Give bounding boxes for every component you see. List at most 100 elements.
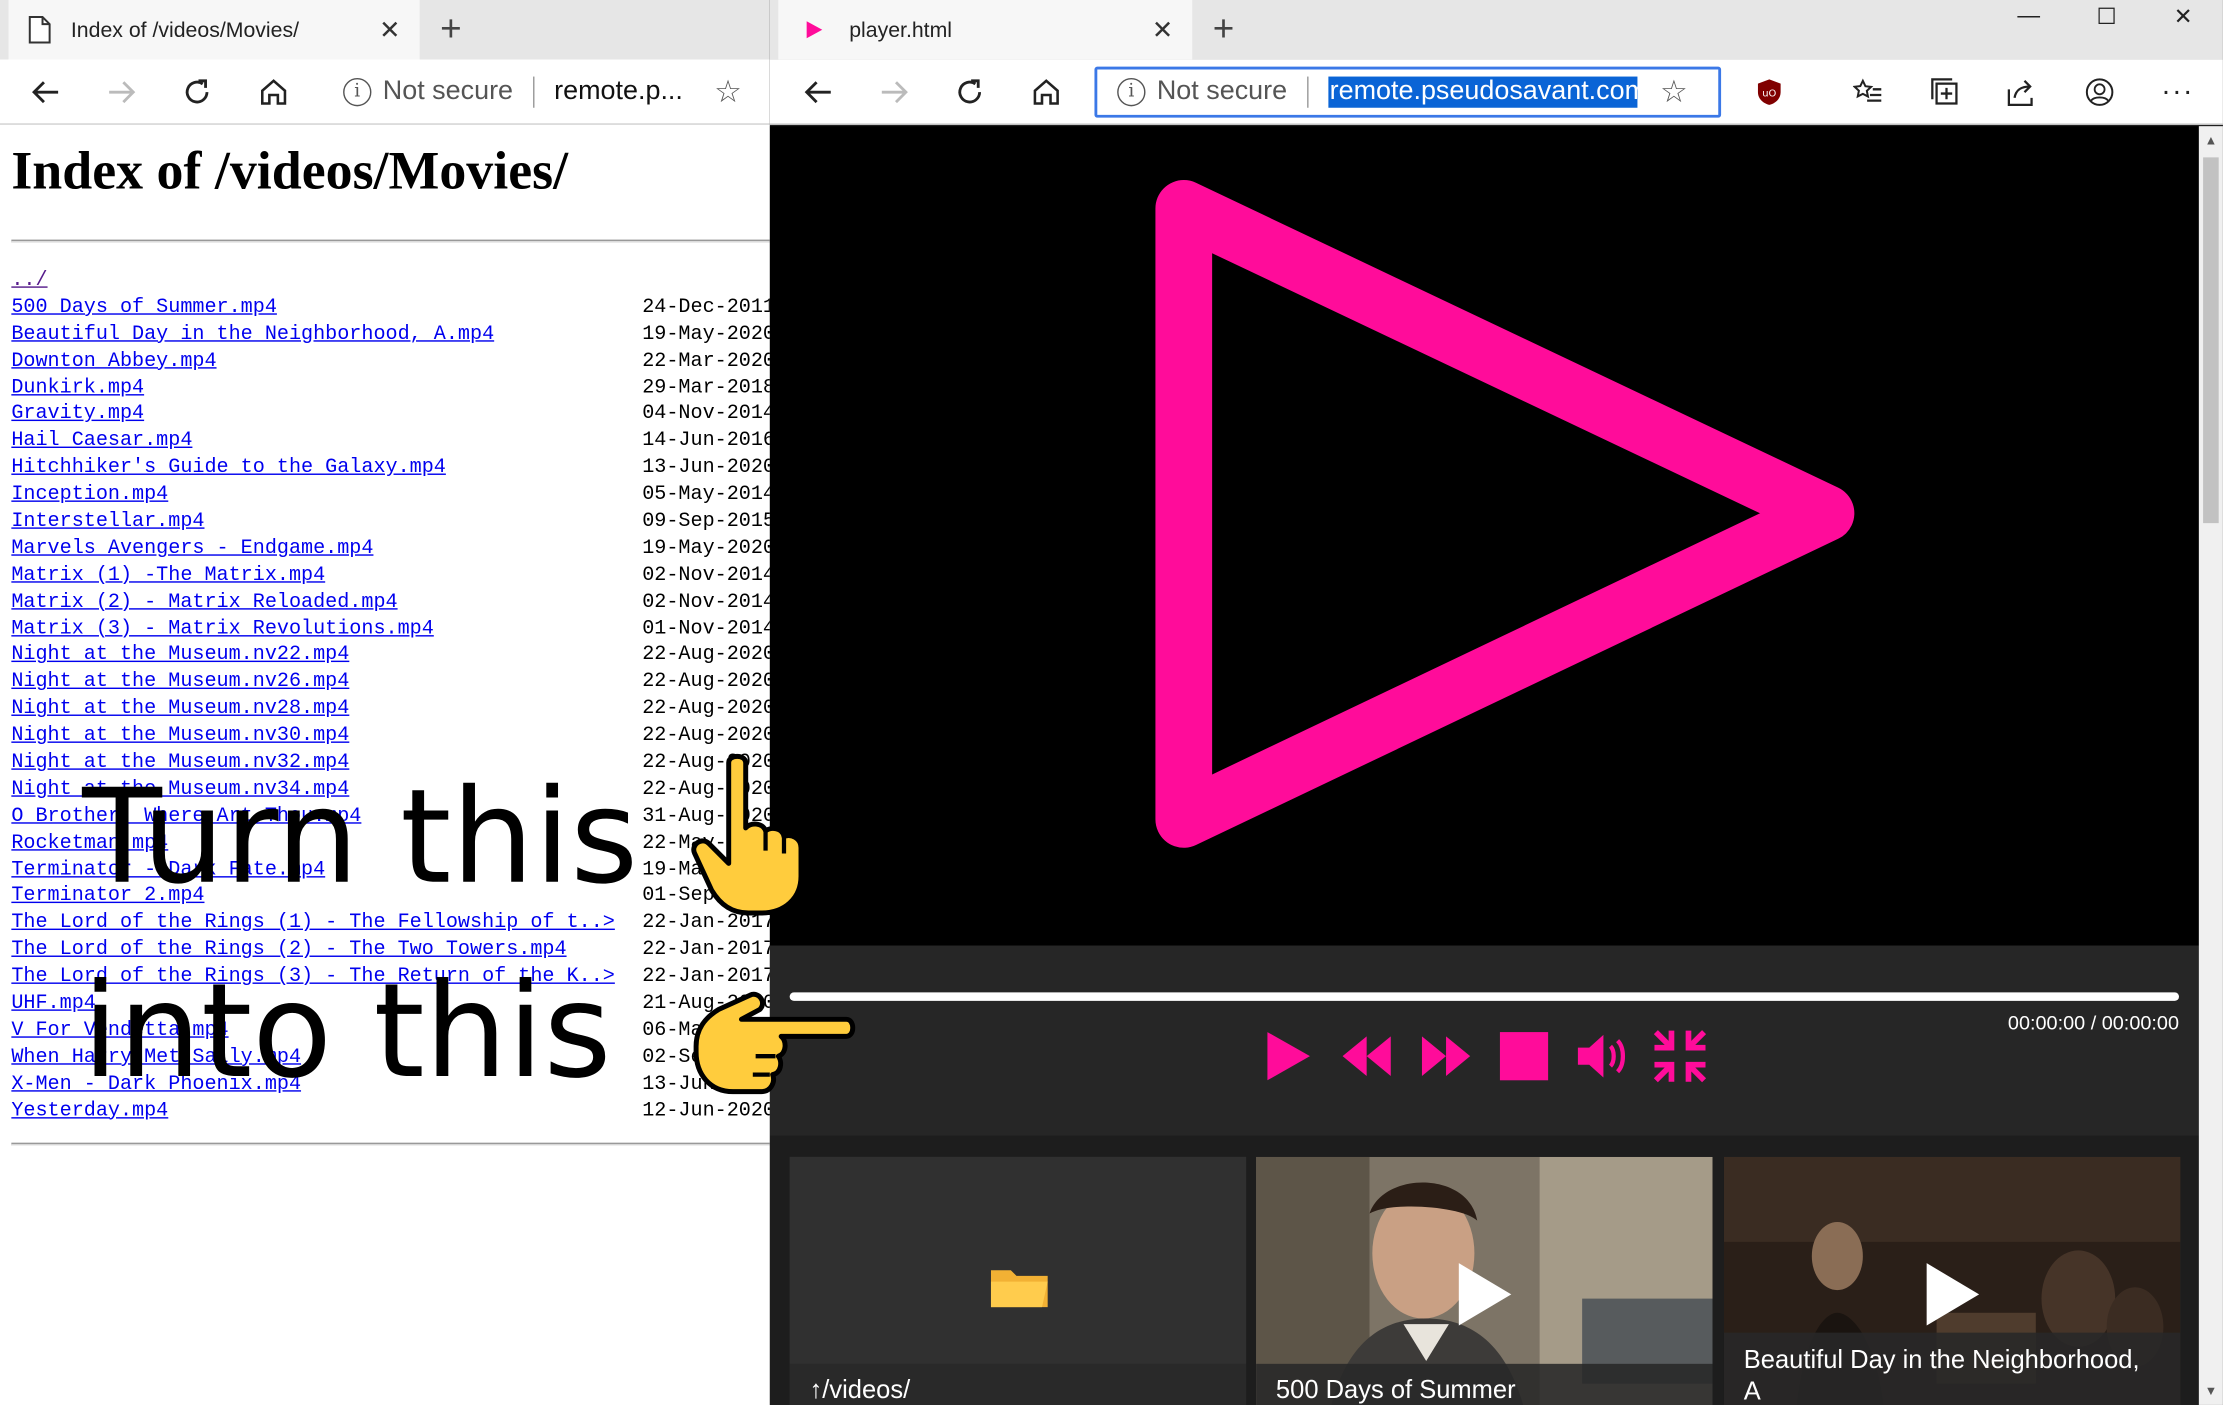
big-play-icon[interactable] bbox=[770, 126, 2199, 945]
file-link[interactable]: Hitchhiker's Guide to the Galaxy.mp4 bbox=[11, 457, 446, 480]
scrollbar-thumb[interactable] bbox=[2203, 157, 2219, 524]
file-link[interactable]: Hail Caesar.mp4 bbox=[11, 430, 192, 453]
tab-index[interactable]: Index of /videos/Movies/ ✕ bbox=[8, 0, 420, 60]
tab-player[interactable]: player.html ✕ bbox=[778, 0, 1193, 60]
video-area[interactable] bbox=[769, 126, 2199, 946]
list-item: Matrix (1) -The Matrix.mp4 02-Nov-2014 bbox=[11, 563, 769, 590]
video-tile[interactable]: Beautiful Day in the Neighborhood, A bbox=[1723, 1156, 2181, 1405]
refresh-icon[interactable] bbox=[176, 71, 219, 114]
profile-avatar-icon[interactable] bbox=[2078, 71, 2121, 114]
list-item: Night at the Museum.nv30.mp4 22-Aug-2020 bbox=[11, 723, 769, 750]
file-link[interactable]: Dunkirk.mp4 bbox=[11, 376, 144, 399]
address-bar[interactable]: i Not secure remote.p... ☆ bbox=[323, 67, 770, 118]
file-date: 22-Mar-2020 bbox=[642, 349, 770, 373]
file-link[interactable]: The Lord of the Rings (1) - The Fellowsh… bbox=[11, 912, 615, 935]
favorite-star-icon[interactable]: ☆ bbox=[714, 74, 742, 111]
list-item: The Lord of the Rings (1) - The Fellowsh… bbox=[11, 911, 769, 938]
file-link[interactable]: Night at the Museum.nv30.mp4 bbox=[11, 725, 349, 748]
stop-button-icon[interactable] bbox=[1493, 1025, 1555, 1087]
list-item: Matrix (2) - Matrix Reloaded.mp4 02-Nov-2… bbox=[11, 589, 769, 616]
timecode: 00:00:00 / 00:00:00 bbox=[2007, 1010, 2180, 1034]
file-link[interactable]: ../ bbox=[11, 269, 47, 292]
close-window-icon[interactable]: ✕ bbox=[2148, 0, 2219, 34]
file-link[interactable]: Night at the Museum.nv28.mp4 bbox=[11, 698, 349, 721]
file-link[interactable]: Beautiful Day in the Neighborhood, A.mp4 bbox=[11, 323, 494, 346]
file-link[interactable]: Matrix (2) - Matrix Reloaded.mp4 bbox=[11, 591, 397, 614]
volume-button-icon[interactable] bbox=[1571, 1025, 1633, 1087]
info-icon[interactable]: i bbox=[1117, 77, 1146, 107]
tile-play-icon bbox=[1926, 1263, 1980, 1326]
refresh-icon[interactable] bbox=[948, 71, 991, 114]
scroll-up-arrow-icon[interactable]: ▲ bbox=[2202, 129, 2220, 152]
url-text-selected[interactable]: remote.pseudosavant.com bbox=[1328, 76, 1638, 108]
back-arrow-icon[interactable] bbox=[24, 71, 67, 114]
folder-tile[interactable]: ↑/videos/ bbox=[789, 1156, 1247, 1405]
list-item: Night at the Museum.nv26.mp4 22-Aug-2020 bbox=[11, 670, 769, 697]
minimize-icon[interactable]: — bbox=[1993, 0, 2064, 34]
playlist-thumbnails: ↑/videos/ 500 Days of Summer Beautiful D… bbox=[769, 1135, 2199, 1405]
close-tab-icon[interactable]: ✕ bbox=[374, 14, 405, 45]
player-browser-window: player.html ✕ + — ☐ ✕ i Not secure remot… bbox=[769, 0, 2223, 1405]
navigation-toolbar: i Not secure remote.pseudosavant.com ☆ u… bbox=[769, 59, 2223, 125]
home-icon[interactable] bbox=[1025, 71, 1068, 114]
list-item: Matrix (3) - Matrix Revolutions.mp4 01-No… bbox=[11, 616, 769, 643]
ublock-shield-icon[interactable]: uO bbox=[1748, 71, 1791, 114]
file-link[interactable]: Interstellar.mp4 bbox=[11, 510, 204, 533]
file-link[interactable]: Matrix (1) -The Matrix.mp4 bbox=[11, 564, 325, 587]
file-link[interactable]: 500 Days of Summer.mp4 bbox=[11, 296, 277, 319]
forward-arrow-icon[interactable] bbox=[101, 71, 144, 114]
vertical-scrollbar[interactable]: ▲ ▼ bbox=[2198, 126, 2223, 1405]
tile-caption: 500 Days of Summer bbox=[1256, 1363, 1713, 1405]
page-icon bbox=[28, 16, 51, 44]
file-date: 22-Jan-2017 bbox=[642, 965, 770, 989]
home-icon[interactable] bbox=[252, 71, 295, 114]
new-tab-button[interactable]: + bbox=[430, 9, 473, 52]
file-date: 04-Nov-2014 bbox=[642, 403, 770, 426]
file-date: 29-Mar-2018 bbox=[642, 376, 770, 400]
file-link[interactable]: Night at the Museum.nv22.mp4 bbox=[11, 644, 349, 667]
favorite-star-icon[interactable]: ☆ bbox=[1660, 74, 1688, 111]
url-text[interactable]: remote.p... bbox=[554, 77, 683, 108]
seek-bar[interactable] bbox=[789, 992, 2180, 1001]
fast-forward-button-icon[interactable] bbox=[1415, 1025, 1477, 1087]
page-title: Index of /videos/Movies/ bbox=[11, 141, 569, 202]
share-icon[interactable] bbox=[1999, 71, 2042, 114]
file-link[interactable]: Marvels Avengers - Endgame.mp4 bbox=[11, 537, 373, 560]
list-item: Dunkirk.mp4 29-Mar-2018 bbox=[11, 375, 769, 402]
rewind-button-icon[interactable] bbox=[1335, 1025, 1397, 1087]
tile-caption: ↑/videos/ bbox=[789, 1363, 1247, 1405]
list-item: Inception.mp4 05-May-2014 bbox=[11, 482, 769, 509]
exit-fullscreen-button-icon[interactable] bbox=[1649, 1025, 1711, 1087]
file-date: 09-Sep-2015 bbox=[642, 510, 770, 534]
file-date: 22-Aug-2020 bbox=[642, 644, 770, 667]
file-link[interactable]: Gravity.mp4 bbox=[11, 403, 144, 426]
scroll-down-arrow-icon[interactable]: ▼ bbox=[2202, 1379, 2220, 1402]
overlay-caption-line2: into this bbox=[82, 955, 612, 1108]
pointing-right-hand-icon bbox=[693, 991, 856, 1095]
maximize-icon[interactable]: ☐ bbox=[2071, 0, 2142, 34]
address-separator bbox=[1306, 76, 1309, 108]
file-link[interactable]: Matrix (3) - Matrix Revolutions.mp4 bbox=[11, 618, 433, 641]
address-bar[interactable]: i Not secure remote.pseudosavant.com ☆ bbox=[1094, 66, 1722, 118]
file-link[interactable]: Night at the Museum.nv26.mp4 bbox=[11, 671, 349, 694]
info-icon[interactable]: i bbox=[343, 77, 372, 107]
close-tab-icon[interactable]: ✕ bbox=[1147, 14, 1178, 45]
file-date: 22-Aug-2020 bbox=[642, 671, 770, 694]
bottom-divider bbox=[11, 1142, 770, 1146]
file-link[interactable]: Downton Abbey.mp4 bbox=[11, 350, 216, 373]
file-link[interactable]: Inception.mp4 bbox=[11, 484, 168, 507]
collections-icon[interactable] bbox=[1924, 71, 1967, 114]
play-button-icon[interactable] bbox=[1256, 1025, 1318, 1087]
file-date: 19-May-2020 bbox=[642, 537, 770, 560]
video-tile[interactable]: 500 Days of Summer bbox=[1256, 1156, 1713, 1405]
file-date: 22-Jan-2017 bbox=[642, 938, 770, 962]
new-tab-button[interactable]: + bbox=[1202, 9, 1245, 52]
back-arrow-icon[interactable] bbox=[797, 71, 840, 114]
list-item: Night at the Museum.nv22.mp4 22-Aug-2020 bbox=[11, 643, 769, 670]
overlay-caption-line1: Turn this bbox=[82, 761, 639, 913]
address-separator bbox=[532, 76, 535, 108]
file-date: 01-Nov-2014 bbox=[642, 617, 770, 641]
favorites-list-icon[interactable] bbox=[1847, 71, 1890, 114]
forward-arrow-icon[interactable] bbox=[873, 71, 916, 114]
more-menu-icon[interactable]: ··· bbox=[2156, 71, 2199, 114]
